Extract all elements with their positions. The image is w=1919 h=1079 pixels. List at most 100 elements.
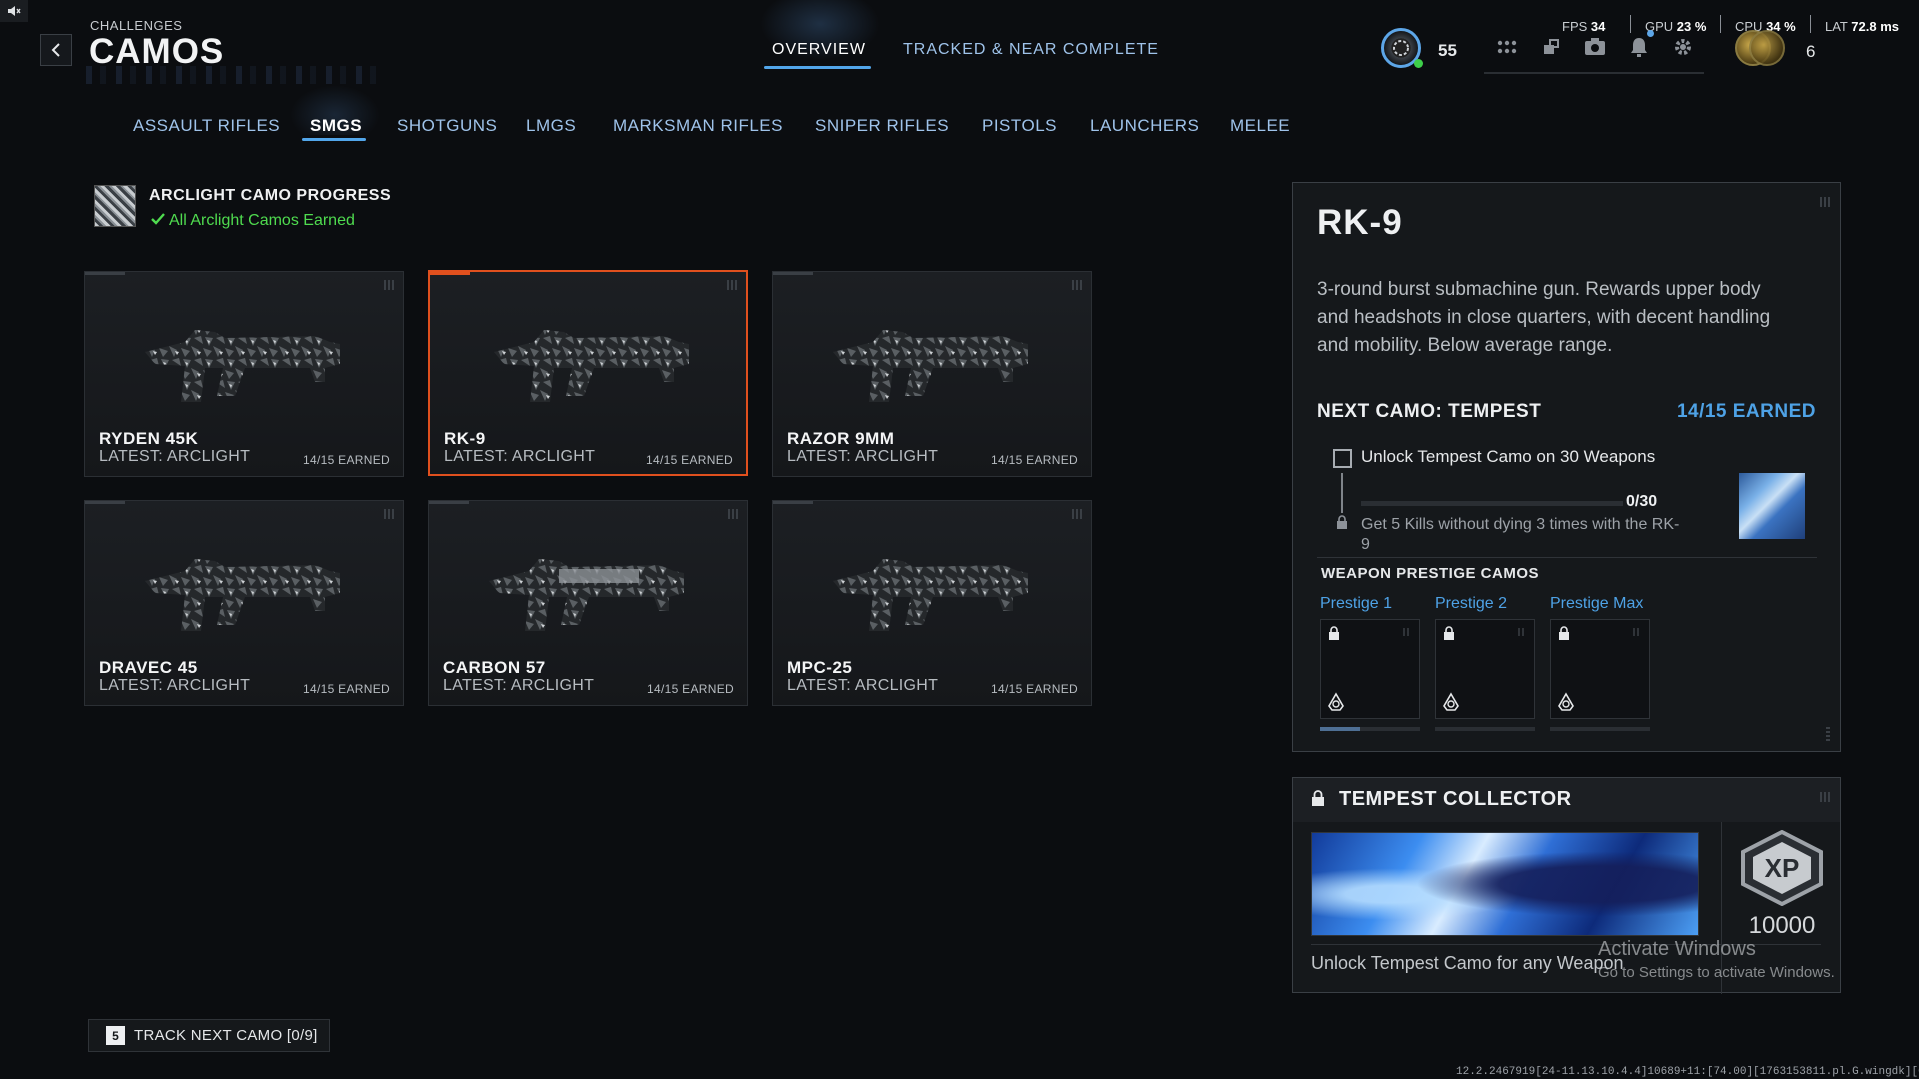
weapon-card-ryden-45k[interactable]: RYDEN 45K LATEST: ARCLIGHT 14/15 EARNED [84, 271, 404, 477]
weapon-description: 3-round burst submachine gun. Rewards up… [1317, 279, 1771, 356]
xp-reward-value: 10000 [1748, 912, 1816, 939]
party-avatars[interactable] [1735, 30, 1795, 66]
back-button[interactable] [40, 34, 72, 66]
weapon-earned-count: 14/15 EARNED [991, 453, 1078, 467]
tab-underline [764, 66, 871, 69]
panel-corner-icon [1820, 197, 1830, 207]
track-next-camo-label: TRACK NEXT CAMO [0/9] [134, 1027, 318, 1044]
hud-separator [1720, 15, 1721, 33]
weapon-detail-title: RK-9 [1317, 203, 1403, 242]
tab-overview[interactable]: OVERVIEW [772, 41, 866, 59]
challenge-label: Unlock Tempest Camo on 30 Weapons [1361, 447, 1656, 466]
collector-description: Unlock Tempest Camo for any Weapon [1311, 953, 1624, 973]
prestige-camos-title: WEAPON PRESTIGE CAMOS [1321, 565, 1540, 582]
weapon-image [145, 330, 340, 402]
bell-icon[interactable] [1628, 36, 1650, 58]
collector-title: TEMPEST COLLECTOR [1339, 788, 1572, 810]
tab-pistols[interactable]: PISTOLS [982, 116, 1057, 136]
weapon-latest-camo: LATEST: ARCLIGHT [444, 448, 596, 465]
online-status-dot [1414, 59, 1423, 68]
weapon-latest-camo: LATEST: ARCLIGHT [99, 677, 251, 694]
weapon-name: RAZOR 9MM [787, 429, 895, 448]
challenge-progress-bar [1361, 501, 1623, 506]
prestige-1-label: Prestige 1 [1320, 595, 1393, 612]
chevron-left-icon [51, 43, 60, 57]
fps-readout: FPS 34 [1562, 19, 1606, 34]
hud-separator [1630, 15, 1631, 33]
apps-grid-icon[interactable] [1496, 36, 1518, 58]
card-corner-icon [728, 509, 738, 519]
card-topline [85, 272, 125, 275]
scroll-grip[interactable] [1826, 727, 1830, 741]
tab-sniper-rifles[interactable]: SNIPER RIFLES [815, 116, 949, 136]
tab-smgs[interactable]: SMGS [310, 116, 362, 136]
weapon-image [833, 559, 1028, 631]
lock-icon [1559, 626, 1569, 640]
calling-card-art[interactable] [1311, 832, 1699, 936]
mute-icon[interactable] [0, 0, 28, 22]
weapon-card-mpc-25[interactable]: MPC-25 LATEST: ARCLIGHT 14/15 EARNED [772, 500, 1092, 706]
divider [1317, 557, 1817, 558]
prestige-2-camo-slot[interactable] [1435, 619, 1535, 719]
slot-corner-icon [1518, 628, 1526, 636]
tab-assault-rifles[interactable]: ASSAULT RIFLES [133, 116, 280, 136]
keybind-hint: 5 [106, 1026, 125, 1045]
avatar [1749, 30, 1785, 66]
prestige-emblem-icon [1558, 692, 1574, 711]
prestige-2-label: Prestige 2 [1435, 595, 1508, 612]
category-underline [302, 138, 366, 141]
tab-melee[interactable]: MELEE [1230, 116, 1290, 136]
weapon-card-carbon-57[interactable]: CARBON 57 LATEST: ARCLIGHT 14/15 EARNED [428, 500, 748, 706]
tab-tracked-near-complete[interactable]: TRACKED & NEAR COMPLETE [903, 41, 1159, 59]
challenge-requirement: Get 5 Kills without dying 3 times with t… [1361, 516, 1680, 553]
weapon-latest-camo: LATEST: ARCLIGHT [99, 448, 251, 465]
social-icon[interactable] [1540, 36, 1562, 58]
prestige-emblem-icon [1443, 692, 1459, 711]
activate-windows-title: Activate Windows [1598, 938, 1756, 960]
challenge-checkbox[interactable] [1333, 449, 1352, 468]
weapon-image [833, 330, 1028, 402]
prestige-max-progress-bar [1550, 727, 1650, 731]
card-corner-icon [1072, 509, 1082, 519]
checkmark-icon [151, 213, 165, 225]
weapon-card-dravec-45[interactable]: DRAVEC 45 LATEST: ARCLIGHT 14/15 EARNED [84, 500, 404, 706]
xp-badge-text: XP [1765, 853, 1800, 883]
weapon-earned-count: 14/15 EARNED [303, 453, 390, 467]
weapon-image [145, 559, 340, 631]
tempest-collector-panel: TEMPEST COLLECTOR XP 10000 Unlock Tempes… [1292, 777, 1841, 994]
xp-badge-icon: XP [1741, 830, 1823, 906]
lock-icon [1337, 515, 1347, 529]
tab-shotguns[interactable]: SHOTGUNS [397, 116, 497, 136]
weapon-latest-camo: LATEST: ARCLIGHT [443, 677, 595, 694]
slot-corner-icon [1403, 628, 1411, 636]
weapon-earned-count: 14/15 EARNED [991, 682, 1078, 696]
tab-launchers[interactable]: LAUNCHERS [1090, 116, 1199, 136]
card-corner-icon [384, 280, 394, 290]
lock-icon [1444, 626, 1454, 640]
tab-marksman-rifles[interactable]: MARKSMAN RIFLES [613, 116, 783, 136]
prestige-max-camo-slot[interactable] [1550, 619, 1650, 719]
card-topline [773, 272, 813, 275]
challenge-progress-count: 0/30 [1626, 493, 1658, 510]
next-camo-title: NEXT CAMO: TEMPEST [1317, 401, 1542, 422]
camera-icon[interactable] [1584, 36, 1606, 58]
gear-icon[interactable] [1672, 36, 1694, 58]
prestige-max-label: Prestige Max [1550, 595, 1644, 612]
tempest-camo-preview[interactable] [1739, 473, 1805, 539]
weapon-card-rk-9[interactable]: RK-9 LATEST: ARCLIGHT 14/15 EARNED [428, 270, 748, 476]
party-count: 6 [1806, 42, 1816, 61]
weapon-earned-count: 14/15 EARNED [647, 682, 734, 696]
prestige-1-camo-slot[interactable] [1320, 619, 1420, 719]
build-version-string: 12.2.2467919[24-11.13.10.4.4]10689+11:[7… [1456, 1066, 1919, 1078]
lock-icon [1312, 790, 1324, 806]
weapon-detail-panel: RK-9 3-round burst submachine gun. Rewar… [1292, 182, 1841, 752]
weapon-name: RYDEN 45K [99, 429, 199, 448]
hud-separator [1810, 15, 1811, 33]
weapon-latest-camo: LATEST: ARCLIGHT [787, 448, 939, 465]
prestige-2-progress-bar [1435, 727, 1535, 731]
weapon-name: MPC-25 [787, 658, 853, 677]
weapon-latest-camo: LATEST: ARCLIGHT [787, 677, 939, 694]
track-next-camo-button[interactable]: 5 TRACK NEXT CAMO [0/9] [88, 1019, 330, 1052]
tab-lmgs[interactable]: LMGS [526, 116, 576, 136]
weapon-card-razor-9mm[interactable]: RAZOR 9MM LATEST: ARCLIGHT 14/15 EARNED [772, 271, 1092, 477]
